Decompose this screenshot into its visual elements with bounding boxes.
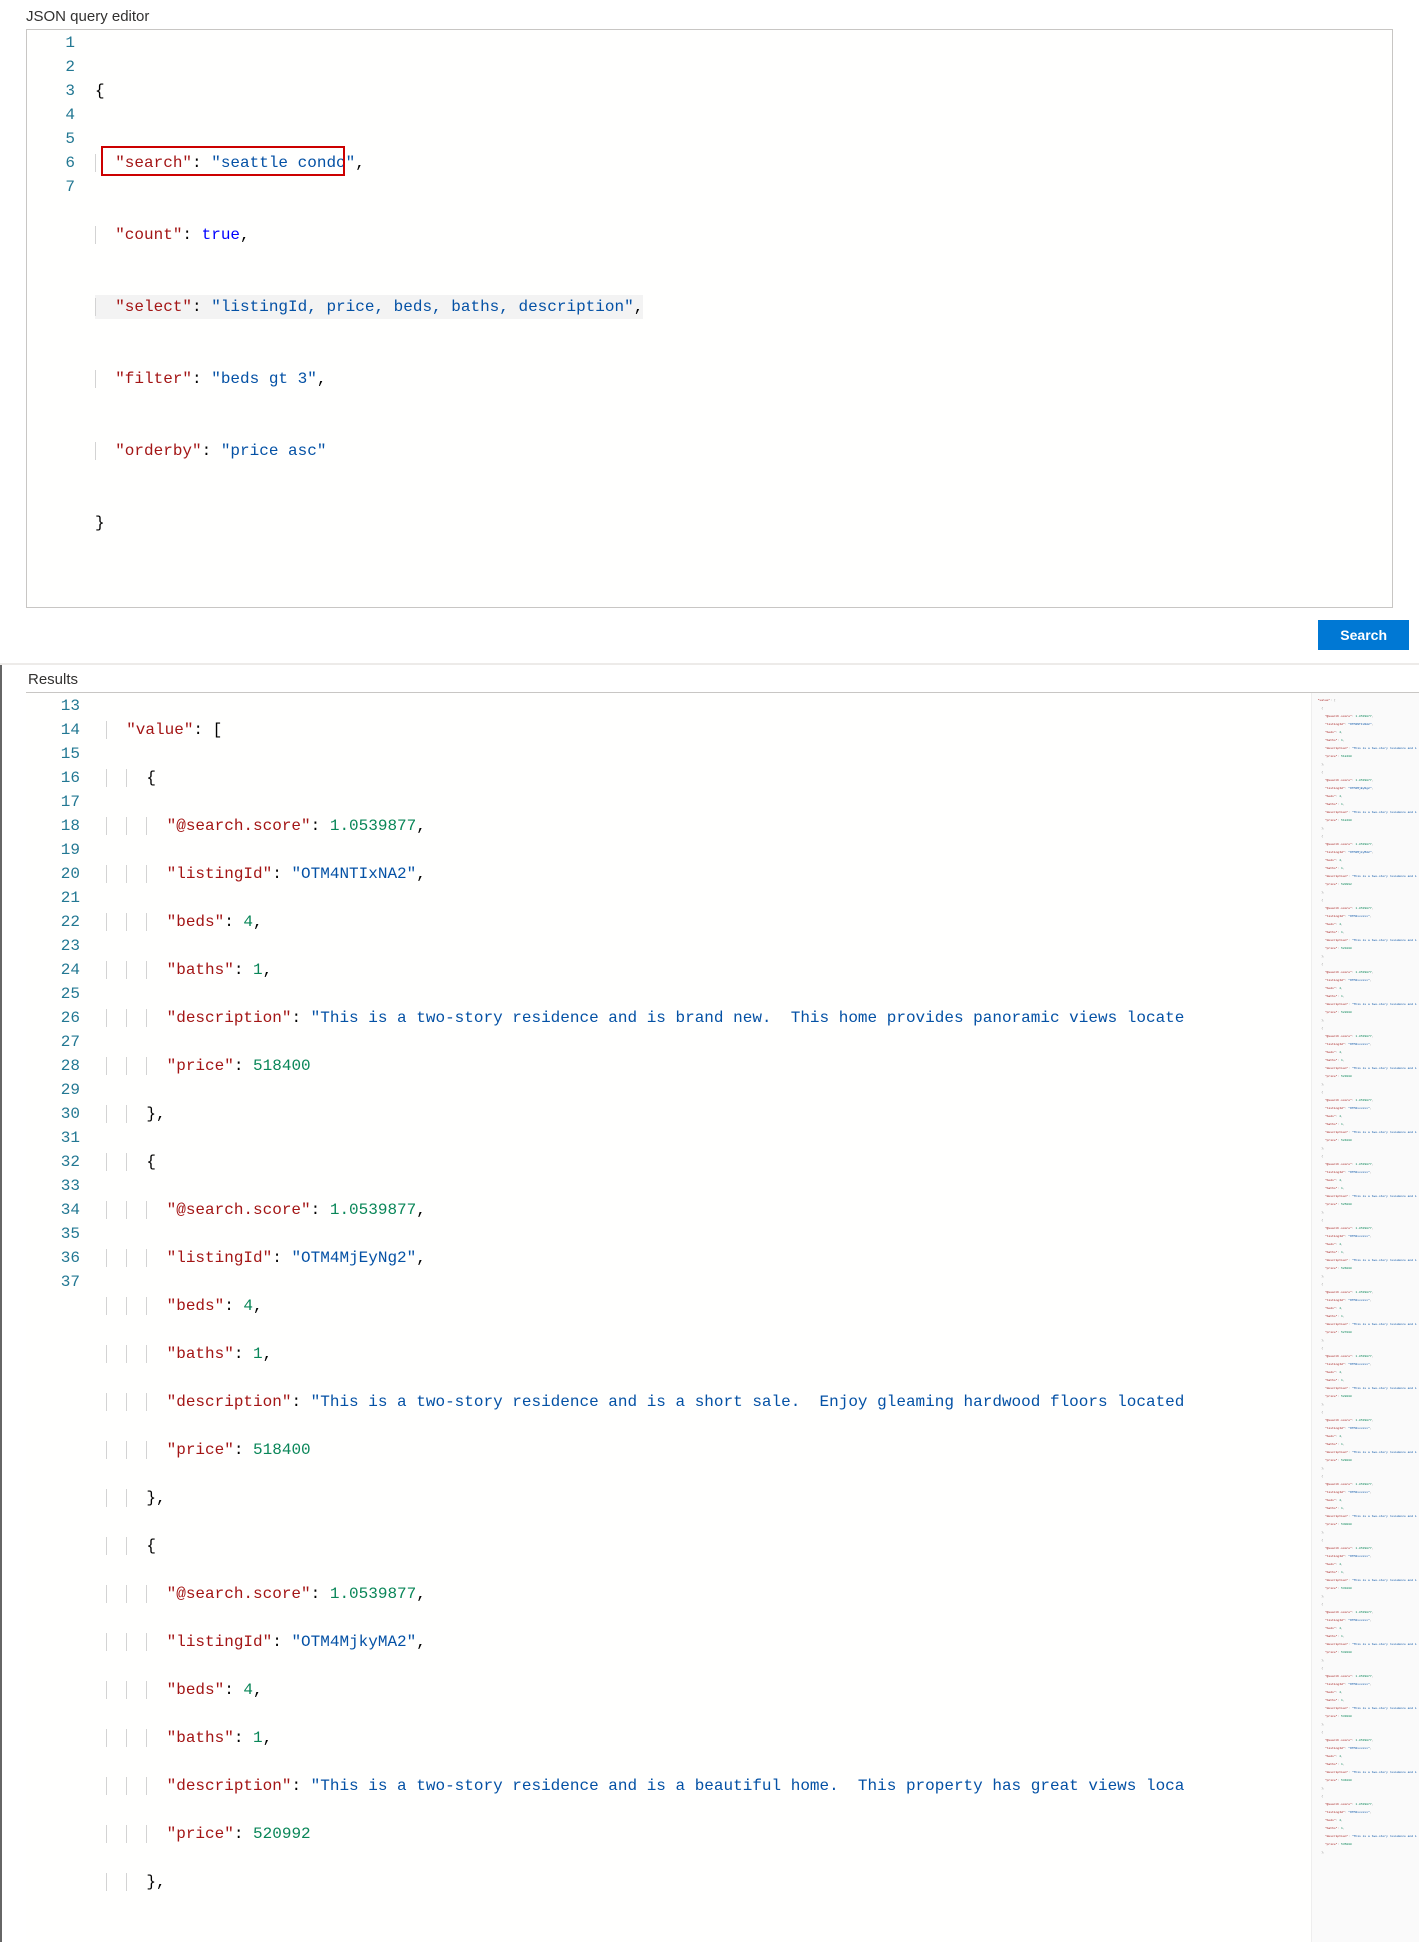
- results-gutter: 13 14 15 16 17 18 19 20 21 22 23 24 25 2…: [26, 693, 104, 1942]
- query-editor[interactable]: 1 2 3 4 5 6 7 { "search": "seattle condo…: [26, 29, 1393, 608]
- minimap[interactable]: "value": [ { "@search.score": 1.0539877,…: [1311, 693, 1419, 1942]
- results-label: Results: [2, 665, 1419, 692]
- query-gutter: 1 2 3 4 5 6 7: [27, 30, 93, 607]
- results-viewer[interactable]: 13 14 15 16 17 18 19 20 21 22 23 24 25 2…: [26, 692, 1419, 1942]
- results-code[interactable]: "value": [ { "@search.score": 1.0539877,…: [104, 693, 1311, 1942]
- search-button[interactable]: Search: [1318, 620, 1409, 650]
- query-editor-label: JSON query editor: [0, 0, 1419, 29]
- query-code[interactable]: { "search": "seattle condo", "count": tr…: [93, 30, 643, 607]
